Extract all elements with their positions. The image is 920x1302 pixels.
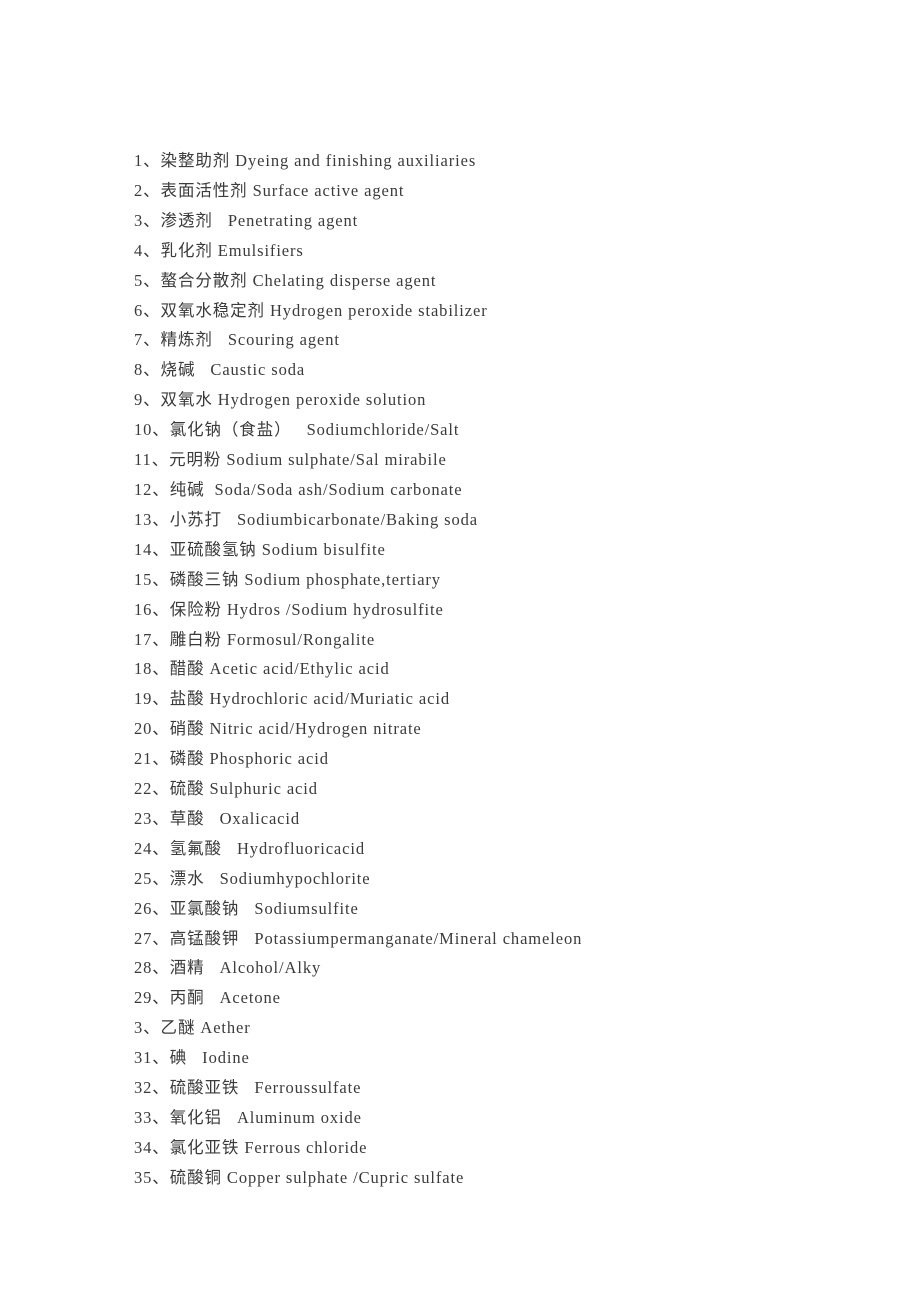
document-line: 7、精炼剂 Scouring agent — [134, 330, 340, 350]
document-line: 3、乙醚 Aether — [134, 1018, 251, 1038]
document-line: 29、丙酮 Acetone — [134, 988, 281, 1008]
document-line: 33、氧化铝 Aluminum oxide — [134, 1108, 362, 1127]
document-line: 5、螯合分散剂 Chelating disperse agent — [134, 270, 437, 290]
document-line: 2、表面活性剂 Surface active agent — [134, 180, 405, 200]
document-line: 4、乳化剂 Emulsifiers — [134, 240, 304, 260]
document-line: 18、醋酸 Acetic acid/Ethylic acid — [134, 659, 390, 679]
document-line: 1、染整助剂 Dyeing and finishing auxiliaries — [134, 151, 477, 170]
document-line: 25、漂水 Sodiumhypochlorite — [134, 868, 371, 888]
document-line: 35、硫酸铜 Copper sulphate /Cupric sulfate — [134, 1167, 465, 1187]
document-line: 34、氯化亚铁 Ferrous chloride — [134, 1137, 368, 1157]
document-line: 12、纯碱 Soda/Soda ash/Sodium carbonate — [134, 479, 463, 499]
document-line: 11、元明粉 Sodium sulphate/Sal mirabile — [134, 450, 447, 470]
document-line: 21、磷酸 Phosphoric acid — [134, 749, 329, 769]
document-line: 13、小苏打 Sodiumbicarbonate/Baking soda — [134, 509, 478, 529]
document-line: 20、硝酸 Nitric acid/Hydrogen nitrate — [134, 719, 422, 739]
document-text-body: 1、染整助剂 Dyeing and finishing auxiliaries … — [134, 146, 874, 1193]
document-line: 8、烧碱 Caustic soda — [134, 360, 306, 380]
document-line: 24、氢氟酸 Hydrofluoricacid — [134, 838, 365, 858]
document-line: 27、高锰酸钾 Potassiumpermanganate/Mineral ch… — [134, 928, 583, 948]
document-line: 16、保险粉 Hydros /Sodium hydrosulfite — [134, 599, 444, 619]
document-line: 15、磷酸三钠 Sodium phosphate,tertiary — [134, 569, 441, 589]
document-page: 1、染整助剂 Dyeing and finishing auxiliaries … — [0, 0, 920, 1302]
document-line: 14、亚硫酸氢钠 Sodium bisulfite — [134, 539, 386, 559]
document-line: 19、盐酸 Hydrochloric acid/Muriatic acid — [134, 689, 451, 709]
document-line: 31、碘 Iodine — [134, 1048, 250, 1068]
document-line: 10、氯化钠（食盐） Sodiumchloride/Salt — [134, 420, 460, 440]
document-line: 28、酒精 Alcohol/Alky — [134, 958, 322, 978]
document-line: 6、双氧水稳定剂 Hydrogen peroxide stabilizer — [134, 300, 488, 320]
document-line: 3、渗透剂 Penetrating agent — [134, 210, 359, 230]
document-line: 17、雕白粉 Formosul/Rongalite — [134, 629, 376, 649]
document-line: 22、硫酸 Sulphuric acid — [134, 779, 318, 799]
document-line: 9、双氧水 Hydrogen peroxide solution — [134, 390, 427, 410]
document-line: 26、亚氯酸钠 Sodiumsulfite — [134, 898, 359, 918]
document-line: 23、草酸 Oxalicacid — [134, 808, 301, 828]
document-line: 32、硫酸亚铁 Ferroussulfate — [134, 1078, 362, 1098]
